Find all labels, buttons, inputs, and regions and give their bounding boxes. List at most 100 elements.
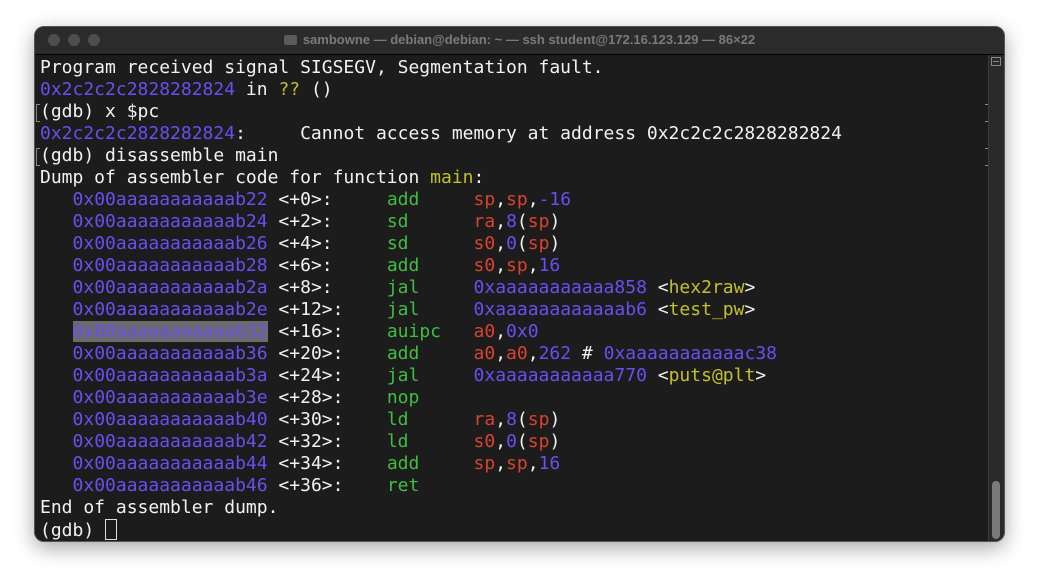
terminal-text: , (495, 409, 507, 430)
terminal-text: Program received signal SIGSEGV, Segment… (40, 57, 604, 78)
terminal-line: 0x2c2c2c2828282824 in ?? () (40, 79, 988, 101)
terminal-text: <+28>: (267, 387, 387, 408)
folder-icon (283, 35, 297, 45)
terminal-text: , (527, 453, 539, 474)
terminal-text: a0 (473, 343, 496, 364)
terminal-text: < (646, 299, 669, 320)
terminal-text: <+6>: (267, 255, 387, 276)
terminal-text: add (386, 343, 420, 364)
terminal-text: , (495, 189, 507, 210)
terminal-text: , (495, 233, 507, 254)
terminal-text: 16 (538, 453, 561, 474)
terminal-text: ) (549, 409, 561, 430)
terminal-text: sp (473, 189, 496, 210)
terminal-text: : (473, 167, 485, 188)
terminal-line: 0x00aaaaaaaaaaab32 <+16>: auipc a0,0x0 (40, 321, 988, 343)
terminal-line: 0x00aaaaaaaaaaab3e <+28>: nop (40, 387, 988, 409)
terminal-text: hex2raw (668, 277, 745, 298)
address-text: 0x2c2c2c2828282824 (40, 123, 236, 144)
terminal-text: ret (386, 475, 420, 496)
terminal-text: <+8>: (267, 277, 387, 298)
terminal-line: 0x00aaaaaaaaaaab22 <+0>: add sp,sp,-16 (40, 189, 988, 211)
terminal-text: 8 (506, 409, 517, 430)
terminal-text: jal (386, 299, 420, 320)
terminal-text: Dump of assembler code for function (40, 167, 431, 188)
terminal-text: (gdb) x $pc (40, 101, 160, 122)
terminal-text: <+20>: (267, 343, 387, 364)
terminal-line: 0x00aaaaaaaaaaab40 <+30>: ld ra,8(sp) (40, 409, 988, 431)
terminal-text: 262 (538, 343, 572, 364)
terminal-text: , (495, 255, 507, 276)
terminal-text: sp (506, 453, 528, 474)
terminal-text: s0 (473, 233, 496, 254)
terminal-text: 0xaaaaaaaaaaa858 (473, 277, 647, 298)
terminal-line: 0x00aaaaaaaaaaab26 <+4>: sd s0,0(sp) (40, 233, 988, 255)
terminal-line: 0x00aaaaaaaaaaab28 <+6>: add s0,sp,16 (40, 255, 988, 277)
scrollbar-thumb[interactable] (992, 481, 1000, 539)
terminal-text: 0xaaaaaaaaaaaab6 (473, 299, 647, 320)
terminal-line: Dump of assembler code for function main… (40, 167, 988, 189)
address-text: 0x00aaaaaaaaaaab2e (72, 299, 268, 320)
terminal-text: : Cannot access memory at address 0x2c2c… (235, 123, 842, 144)
terminal-text: 0 (506, 233, 517, 254)
cursor (105, 519, 118, 540)
address-text: 0x00aaaaaaaaaaab32 (72, 321, 268, 342)
terminal-line: 0x00aaaaaaaaaaab46 <+36>: ret (40, 475, 988, 497)
terminal-text: sp (506, 255, 528, 276)
terminal-text: sp (527, 233, 550, 254)
terminal-text: , (527, 343, 539, 364)
terminal-text: <+0>: (267, 189, 387, 210)
terminal-text: <+12>: (267, 299, 387, 320)
terminal-text: s0 (473, 255, 496, 276)
address-text: 0x00aaaaaaaaaaab40 (72, 409, 268, 430)
address-text: 0x00aaaaaaaaaaab22 (72, 189, 268, 210)
terminal-text: ra (473, 211, 496, 232)
terminal-text: 0x0 (506, 321, 539, 342)
terminal-line: 0x00aaaaaaaaaaab44 <+34>: add sp,sp,16 (40, 453, 988, 475)
terminal-text: s0 (473, 431, 496, 452)
terminal-text: ( (516, 211, 528, 232)
split-pane-icon[interactable] (991, 57, 1001, 66)
terminal-text: ( (516, 233, 528, 254)
terminal-text: add (386, 453, 420, 474)
terminal-text: 8 (506, 211, 517, 232)
terminal-text: <+4>: (267, 233, 387, 254)
terminal-text: 16 (538, 255, 561, 276)
terminal-line: (gdb) x $pc (36, 101, 989, 123)
scrollbar[interactable] (988, 55, 1004, 541)
terminal-line: 0x00aaaaaaaaaaab2a <+8>: jal 0xaaaaaaaaa… (40, 277, 988, 299)
terminal-text: End of assembler dump. (40, 497, 279, 518)
terminal-text: > (755, 365, 767, 386)
terminal-text: sp (473, 453, 496, 474)
terminal-text: <+24>: (267, 365, 387, 386)
terminal-text: ( (516, 409, 528, 430)
terminal-line: 0x00aaaaaaaaaaab3a <+24>: jal 0xaaaaaaaa… (40, 365, 988, 387)
terminal-text: test_pw (668, 299, 745, 320)
terminal-text: > (744, 277, 756, 298)
terminal-line: (gdb) disassemble main (36, 145, 989, 167)
terminal-output[interactable]: Program received signal SIGSEGV, Segment… (35, 55, 989, 541)
terminal-text: <+2>: (267, 211, 387, 232)
terminal-text: , (527, 189, 539, 210)
terminal-text: ( (516, 431, 528, 452)
terminal-text: main (430, 167, 474, 188)
terminal-line: 0x00aaaaaaaaaaab36 <+20>: add a0,a0,262 … (40, 343, 988, 365)
terminal-line: End of assembler dump. (40, 497, 988, 519)
terminal-line: (gdb) (40, 519, 988, 541)
terminal-text: > (744, 299, 756, 320)
terminal-text: , (495, 453, 507, 474)
terminal-text: ld (386, 409, 409, 430)
terminal-text: sp (527, 211, 550, 232)
terminal-text: a0 (506, 343, 528, 364)
terminal-text: , (495, 343, 507, 364)
